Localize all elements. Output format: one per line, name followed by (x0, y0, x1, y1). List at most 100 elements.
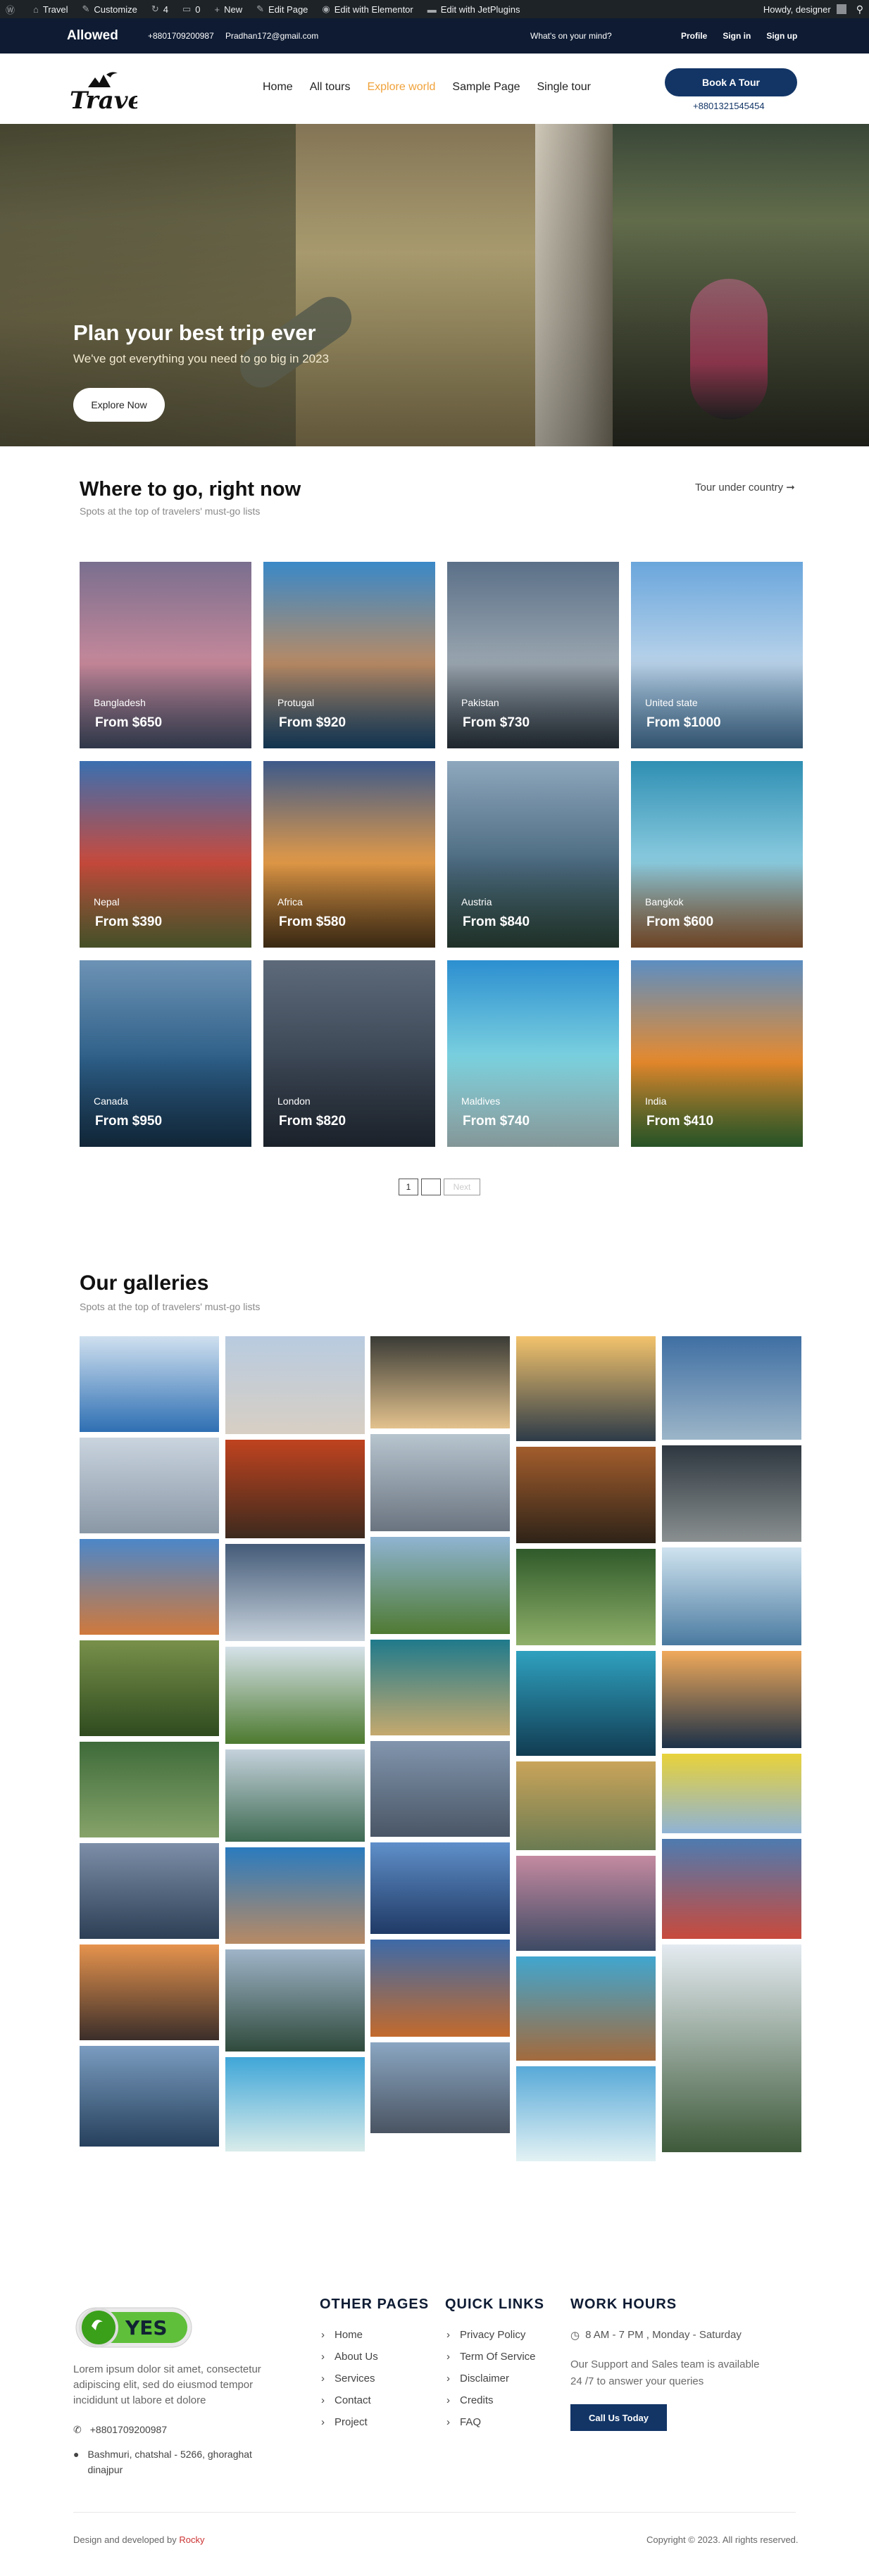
site-brand[interactable]: Allowed (67, 28, 118, 44)
admin-greeting[interactable]: Howdy, designer (763, 4, 831, 15)
gallery-image[interactable] (370, 1741, 510, 1837)
footer-link[interactable]: › FAQ (446, 2416, 481, 2428)
gallery-image[interactable] (662, 1336, 801, 1440)
destination-price: From $840 (463, 915, 530, 929)
gallery-image[interactable] (662, 1944, 801, 2152)
gallery-image[interactable] (370, 2042, 510, 2133)
destination-card[interactable]: United state From $1000 (631, 562, 803, 748)
gallery-image[interactable] (516, 1549, 656, 1645)
gallery-image[interactable] (370, 1842, 510, 1934)
destination-card[interactable]: Bangkok From $600 (631, 761, 803, 948)
destination-card[interactable]: Africa From $580 (263, 761, 435, 948)
gallery-image[interactable] (516, 1761, 656, 1850)
admin-site-link[interactable]: ⌂ Travel (33, 4, 68, 15)
home-icon: ⌂ (33, 4, 39, 15)
gallery-image[interactable] (662, 1754, 801, 1833)
sign-up-link[interactable]: Sign up (766, 31, 797, 41)
next-page-button[interactable]: Next (444, 1179, 480, 1195)
footer-link[interactable]: › Project (321, 2416, 368, 2428)
destination-card[interactable]: Protugal From $920 (263, 562, 435, 748)
explore-now-button[interactable]: Explore Now (73, 388, 165, 422)
nav-home[interactable]: Home (263, 81, 293, 94)
footer-link[interactable]: › Services (321, 2373, 375, 2385)
footer-link[interactable]: › Credits (446, 2394, 494, 2406)
gallery-image[interactable] (370, 1434, 510, 1531)
gallery-image[interactable] (80, 1742, 219, 1837)
gallery-image[interactable] (225, 1847, 365, 1944)
destination-card[interactable]: Pakistan From $730 (447, 562, 619, 748)
nav-all-tours[interactable]: All tours (310, 81, 351, 94)
gallery-image[interactable] (225, 1440, 365, 1538)
gallery-image[interactable] (225, 1749, 365, 1842)
gallery-image[interactable] (80, 1438, 219, 1533)
site-logo[interactable]: Travel (67, 68, 152, 115)
nav-explore-world[interactable]: Explore world (367, 81, 435, 94)
credit-author-link[interactable]: Rocky (179, 2534, 204, 2545)
admin-comments[interactable]: ▭ 0 (182, 4, 201, 15)
profile-link[interactable]: Profile (681, 31, 707, 41)
gallery-image[interactable] (225, 1544, 365, 1641)
footer-link[interactable]: › Privacy Policy (446, 2329, 525, 2341)
admin-new[interactable]: + New (215, 4, 243, 15)
gallery-image[interactable] (80, 1336, 219, 1432)
chevron-right-icon: › (446, 2329, 450, 2341)
gallery-image[interactable] (225, 1949, 365, 2052)
gallery-image[interactable] (80, 1843, 219, 1939)
destination-card[interactable]: Canada From $950 (80, 960, 251, 1147)
nav-single-tour[interactable]: Single tour (537, 81, 591, 94)
hero-subtitle: We've got everything you need to go big … (73, 352, 330, 365)
wordpress-menu[interactable]: Ⓦ (6, 3, 19, 16)
chevron-right-icon: › (321, 2416, 325, 2428)
gallery-image[interactable] (225, 2057, 365, 2151)
admin-updates[interactable]: ↻ 4 (151, 4, 168, 15)
footer-link[interactable]: › Disclaimer (446, 2373, 509, 2385)
footer-link[interactable]: › Home (321, 2329, 363, 2341)
destination-card[interactable]: Austria From $840 (447, 761, 619, 948)
sign-in-link[interactable]: Sign in (723, 31, 751, 41)
nav-sample-page[interactable]: Sample Page (452, 81, 520, 94)
search-icon[interactable]: ⚲ (856, 4, 863, 15)
gallery-image[interactable] (80, 1640, 219, 1736)
gallery-image[interactable] (662, 1445, 801, 1542)
gallery-image[interactable] (370, 1336, 510, 1428)
destination-card[interactable]: Nepal From $390 (80, 761, 251, 948)
footer-link[interactable]: › Contact (321, 2394, 371, 2406)
admin-elementor[interactable]: ◉ Edit with Elementor (322, 4, 413, 15)
page-2-button[interactable]: 2 (421, 1179, 441, 1195)
gallery-image[interactable] (662, 1839, 801, 1939)
gallery-image[interactable] (662, 1651, 801, 1748)
destination-card[interactable]: India From $410 (631, 960, 803, 1147)
gallery-image[interactable] (370, 1640, 510, 1735)
destination-price: From $650 (95, 715, 163, 730)
footer-credit: Design and developed by Rocky (73, 2534, 204, 2545)
gallery-image[interactable] (225, 1647, 365, 1744)
admin-jetplugins[interactable]: ▬ Edit with JetPlugins (427, 4, 520, 15)
avatar[interactable] (836, 4, 846, 14)
gallery-image[interactable] (80, 1944, 219, 2040)
gallery-image[interactable] (516, 1856, 656, 1951)
gallery-image[interactable] (516, 1956, 656, 2061)
footer-link[interactable]: › About Us (321, 2351, 378, 2363)
gallery-image[interactable] (516, 1447, 656, 1543)
gallery-image[interactable] (516, 1651, 656, 1756)
admin-customize[interactable]: ✎ Customize (82, 4, 137, 15)
admin-edit-page[interactable]: ✎ Edit Page (256, 4, 308, 15)
call-us-button[interactable]: Call Us Today (570, 2404, 667, 2431)
gallery-image[interactable] (516, 1336, 656, 1441)
gallery-image[interactable] (80, 2046, 219, 2147)
page-1-button[interactable]: 1 (399, 1179, 418, 1195)
destination-card[interactable]: London From $820 (263, 960, 435, 1147)
gallery-image[interactable] (516, 2066, 656, 2161)
gallery-image[interactable] (370, 1940, 510, 2037)
footer-about: Lorem ipsum dolor sit amet, consectetur … (73, 2363, 261, 2406)
destinations-title: Where to go, right now (80, 478, 301, 501)
gallery-image[interactable] (225, 1336, 365, 1434)
tour-under-country-link[interactable]: Tour under country ➞ (695, 481, 795, 494)
book-tour-button[interactable]: Book A Tour (665, 68, 797, 96)
footer-link[interactable]: › Term Of Service (446, 2351, 536, 2363)
destination-card[interactable]: Maldives From $740 (447, 960, 619, 1147)
gallery-image[interactable] (80, 1539, 219, 1635)
gallery-image[interactable] (370, 1537, 510, 1634)
gallery-image[interactable] (662, 1547, 801, 1645)
destination-card[interactable]: Bangladesh From $650 (80, 562, 251, 748)
